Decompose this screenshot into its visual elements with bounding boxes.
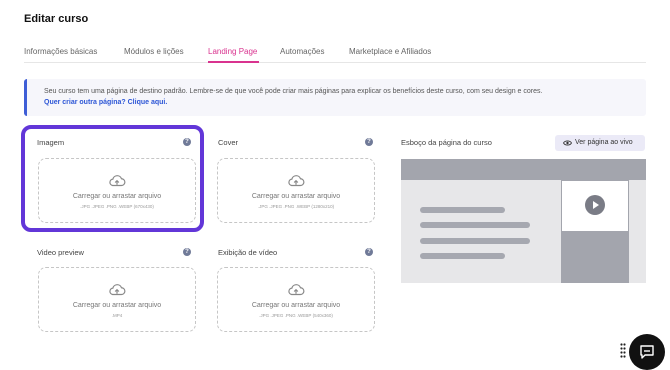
- tab-marketplace-afiliados[interactable]: Marketplace e Afiliados: [349, 47, 431, 56]
- cover-help-icon[interactable]: ?: [365, 138, 373, 146]
- cloud-upload-icon: [288, 284, 305, 296]
- cover-label: Cover: [218, 138, 239, 147]
- course-page-sketch-label: Esboço da página do curso: [401, 138, 492, 147]
- video-preview-dropzone-hint: .MP4: [111, 313, 123, 318]
- tab-bar: Informações básicas Módulos e lições Lan…: [24, 45, 646, 63]
- chat-icon: [640, 345, 654, 359]
- video-display-dropzone-hint: .JPG .JPEG .PNG .WEBP (540x360): [259, 313, 333, 318]
- image-field-highlight: [21, 125, 204, 232]
- info-banner: Seu curso tem uma página de destino padr…: [24, 79, 646, 116]
- eye-icon: [563, 140, 572, 146]
- tab-landing-page[interactable]: Landing Page: [208, 47, 257, 56]
- cover-dropzone-hint: .JPG .JPEG .PNG .WEBP (1280x210): [257, 204, 335, 209]
- sketch-text-line: [420, 253, 505, 259]
- video-display-dropzone[interactable]: Carregar ou arrastar arquivo .JPG .JPEG …: [217, 267, 375, 332]
- video-preview-dropzone-text: Carregar ou arrastar arquivo: [72, 302, 162, 309]
- tab-informacoes-basicas[interactable]: Informações básicas: [24, 47, 97, 56]
- view-live-page-button[interactable]: Ver página ao vivo: [555, 135, 645, 151]
- sketch-text-line: [420, 238, 530, 244]
- active-tab-indicator: [208, 61, 259, 63]
- create-page-link[interactable]: Quer criar outra página? Clique aqui.: [44, 99, 167, 106]
- tab-modulos-e-licoes[interactable]: Módulos e lições: [124, 47, 184, 56]
- video-display-dropzone-text: Carregar ou arrastar arquivo: [251, 302, 341, 309]
- sketch-text-line: [420, 222, 530, 228]
- sketch-video-card: [562, 181, 628, 231]
- chat-button[interactable]: [629, 334, 665, 370]
- cloud-upload-icon: [288, 175, 305, 187]
- video-display-help-icon[interactable]: ?: [365, 248, 373, 256]
- cover-dropzone[interactable]: Carregar ou arrastar arquivo .JPG .JPEG …: [217, 158, 375, 223]
- drag-handle-icon[interactable]: [620, 343, 626, 360]
- play-icon: [585, 195, 605, 215]
- view-live-page-label: Ver página ao vivo: [575, 139, 633, 146]
- info-text: Seu curso tem uma página de destino padr…: [44, 88, 543, 95]
- cloud-upload-icon: [109, 284, 126, 296]
- cover-dropzone-text: Carregar ou arrastar arquivo: [251, 193, 341, 200]
- video-preview-label: Video preview: [37, 248, 84, 257]
- page-title: Editar curso: [24, 13, 89, 25]
- sketch-text-line: [420, 207, 505, 213]
- course-page-sketch: [401, 159, 646, 283]
- info-banner-accent: [24, 79, 27, 116]
- video-preview-help-icon[interactable]: ?: [183, 248, 191, 256]
- tab-automacoes[interactable]: Automações: [280, 47, 324, 56]
- sketch-header: [401, 159, 646, 180]
- video-display-label: Exibição de vídeo: [218, 248, 278, 257]
- video-preview-dropzone[interactable]: Carregar ou arrastar arquivo .MP4: [38, 267, 196, 332]
